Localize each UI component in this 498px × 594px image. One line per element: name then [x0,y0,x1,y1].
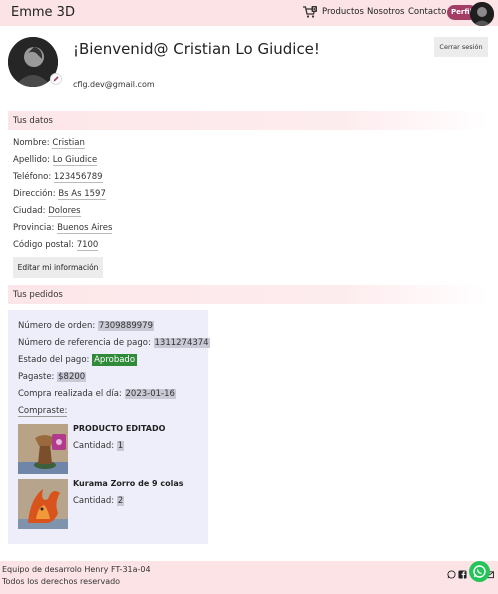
navbar: Emme 3D 0 Productos Nosotros Contacto Pe… [0,0,498,26]
product-name-2: Kurama Zorro de 9 colas [73,479,184,488]
product-qty-1: Cantidad: 1 [73,441,125,451]
payment-reference: Número de referencia de pago: 1311274374 [18,338,210,348]
purchase-date: Compra realizada el día: 2023-01-16 [18,389,176,399]
section-tus-pedidos: Tus pedidos [8,285,488,304]
brand-logo[interactable]: Emme 3D [11,5,75,20]
field-codigo-postal: Código postal: 7100 [13,240,99,251]
user-email: cflg.dev@gmail.com [73,80,155,89]
whatsapp-icon[interactable] [447,570,456,579]
logout-button[interactable]: Cerrar sesión [434,37,488,57]
cart-icon[interactable]: 0 [303,6,317,18]
product-name-1: PRODUCTO EDITADO [73,424,166,433]
status-badge: Aprobado [92,354,138,366]
field-nombre: Nombre: Cristian [13,138,85,149]
field-apellido: Apellido: Lo Giudice [13,155,98,166]
nav-link-contacto[interactable]: Contacto [408,7,446,17]
product-image-1[interactable] [18,424,68,474]
field-provincia: Provincia: Buenos Aires [13,223,113,234]
product-qty-2: Cantidad: 2 [73,496,125,506]
whatsapp-float-button[interactable] [469,561,490,582]
edit-info-button[interactable]: Editar mi información [13,257,103,278]
amount-paid: Pagaste: $8200 [18,372,87,382]
payment-status: Estado del pago: Aprobado [18,354,138,366]
nav-link-nosotros[interactable]: Nosotros [367,7,404,17]
nav-link-productos[interactable]: Productos [322,7,364,17]
field-direccion: Dirección: Bs As 1597 [13,189,106,200]
field-telefono: Teléfono: 123456789 [13,172,103,183]
facebook-icon[interactable] [458,570,467,579]
navbar-avatar[interactable] [470,2,494,26]
footer-team: Equipo de desarrolo Henry FT-31a-04 [2,565,151,574]
welcome-title: ¡Bienvenid@ Cristian Lo Giudice! [73,40,320,58]
order-number: Número de orden: 7309889979 [18,321,155,331]
cart-count: 0 [313,7,316,13]
field-ciudad: Ciudad: Dolores [13,206,81,217]
section-tus-datos: Tus datos [8,111,488,130]
edit-avatar-icon[interactable] [50,73,62,85]
bought-label: Compraste: [18,406,68,417]
footer-rights: Todos los derechos reservado [2,577,121,586]
product-image-2[interactable] [18,479,68,529]
